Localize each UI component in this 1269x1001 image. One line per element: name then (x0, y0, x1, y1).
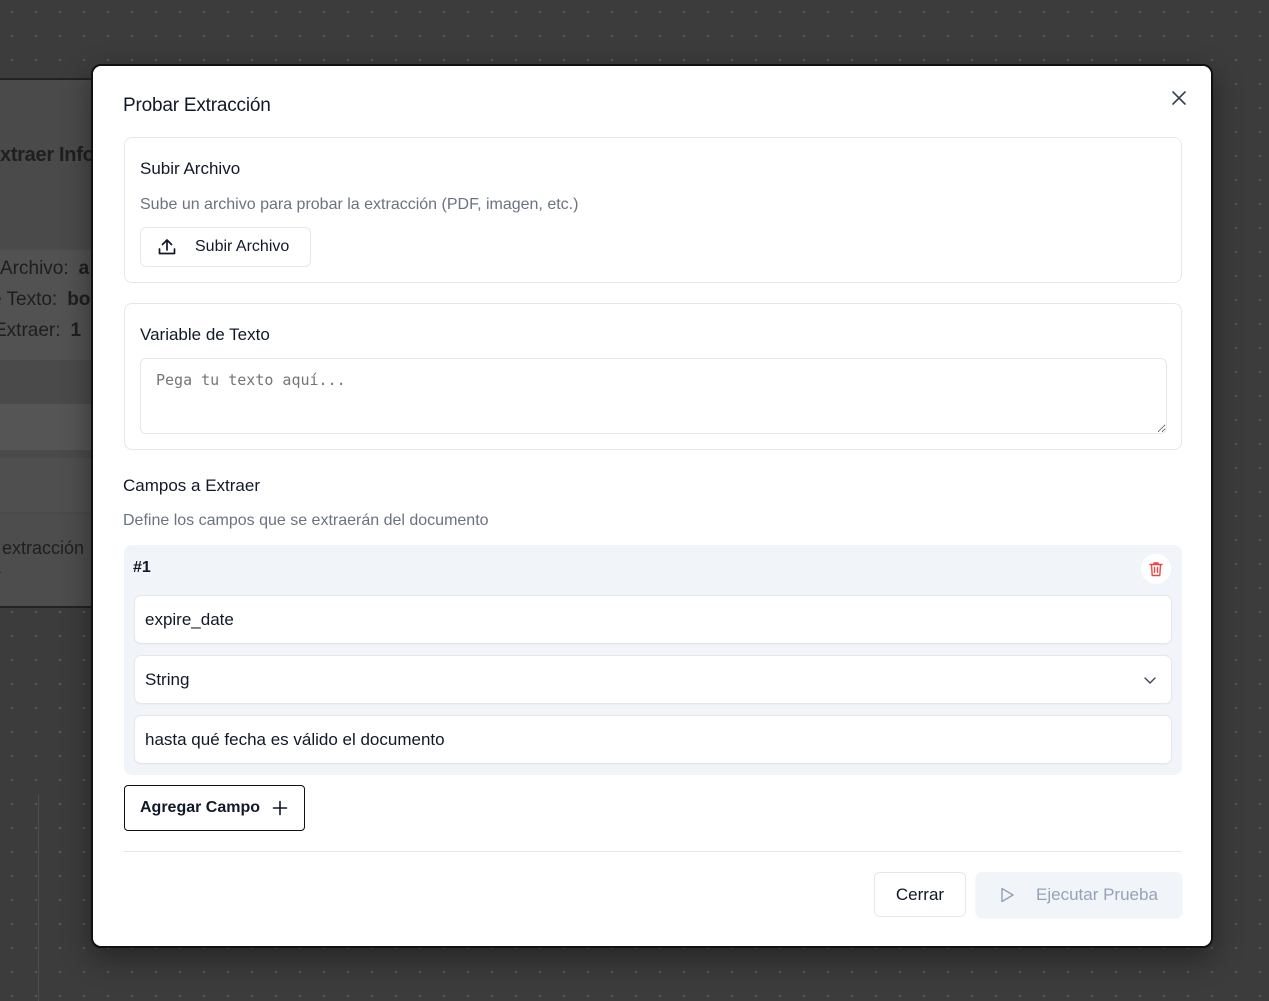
background-connector-line (38, 795, 39, 1001)
run-test-button[interactable]: Ejecutar Prueba (976, 872, 1182, 917)
background-footer-text-2: a (0, 560, 1, 578)
text-variable-title: Variable de Texto (140, 325, 270, 344)
background-info-row: Extraer: 1 (0, 320, 82, 341)
upload-file-card: Subir Archivo Sube un archivo para proba… (124, 137, 1182, 283)
field-name-input[interactable]: expire_date (134, 595, 1172, 644)
cancel-button[interactable]: Cerrar (874, 872, 966, 917)
upload-file-button[interactable]: Subir Archivo (140, 227, 311, 267)
background-node-title: xtraer Info (0, 144, 95, 166)
background-info-row: Archivo: a (0, 258, 90, 279)
add-field-button[interactable]: Agregar Campo (124, 785, 305, 831)
field-type-select[interactable]: String (134, 655, 1172, 704)
run-test-button-label: Ejecutar Prueba (1036, 884, 1158, 904)
upload-file-button-label: Subir Archivo (195, 238, 290, 255)
plus-icon (272, 800, 288, 816)
field-item: #1 expire_date String hasta qué fecha es… (124, 545, 1182, 775)
close-button[interactable] (1167, 86, 1191, 110)
text-variable-card: Variable de Texto (124, 303, 1182, 450)
upload-icon (158, 239, 176, 255)
play-icon (1001, 887, 1014, 902)
field-number: #1 (133, 559, 151, 576)
modal-title: Probar Extracción (123, 95, 271, 116)
fields-section-description: Define los campos que se extraerán del d… (123, 512, 489, 529)
close-icon (1172, 91, 1186, 105)
background-info-row: e Texto:bo (0, 289, 91, 310)
upload-card-description: Sube un archivo para probar la extracció… (140, 196, 579, 213)
test-extraction-modal: Probar Extracción Subir Archivo Sube un … (91, 64, 1213, 948)
text-variable-textarea[interactable] (140, 358, 1167, 434)
background-footer-text: extracción (2, 538, 85, 558)
field-type-value: String (145, 669, 190, 689)
delete-field-button[interactable] (1141, 554, 1171, 584)
add-field-button-label: Agregar Campo (140, 799, 261, 816)
chevron-down-icon (1144, 676, 1156, 684)
upload-card-title: Subir Archivo (140, 159, 241, 178)
fields-section-title: Campos a Extraer (123, 476, 260, 495)
footer-divider (124, 851, 1182, 852)
trash-icon (1149, 562, 1163, 577)
field-description-input[interactable]: hasta qué fecha es válido el documento (134, 715, 1172, 764)
